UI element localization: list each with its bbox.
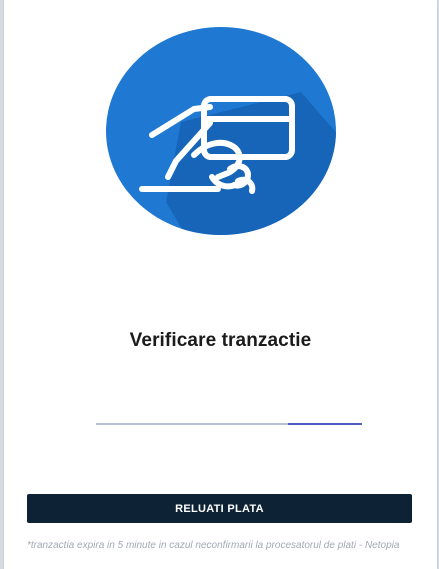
page-title: Verificare tranzactie	[129, 330, 312, 351]
progress-bar	[96, 423, 362, 425]
retry-payment-button[interactable]: RELUATI PLATA	[27, 494, 412, 523]
payment-verification-screen: Verificare tranzactie RELUATI PLATA *tra…	[4, 0, 437, 569]
card-in-hand-icon	[106, 27, 336, 235]
progress-bar-fill	[287, 423, 362, 425]
expiry-footnote: *tranzactia expira in 5 minute in cazul …	[27, 540, 400, 551]
